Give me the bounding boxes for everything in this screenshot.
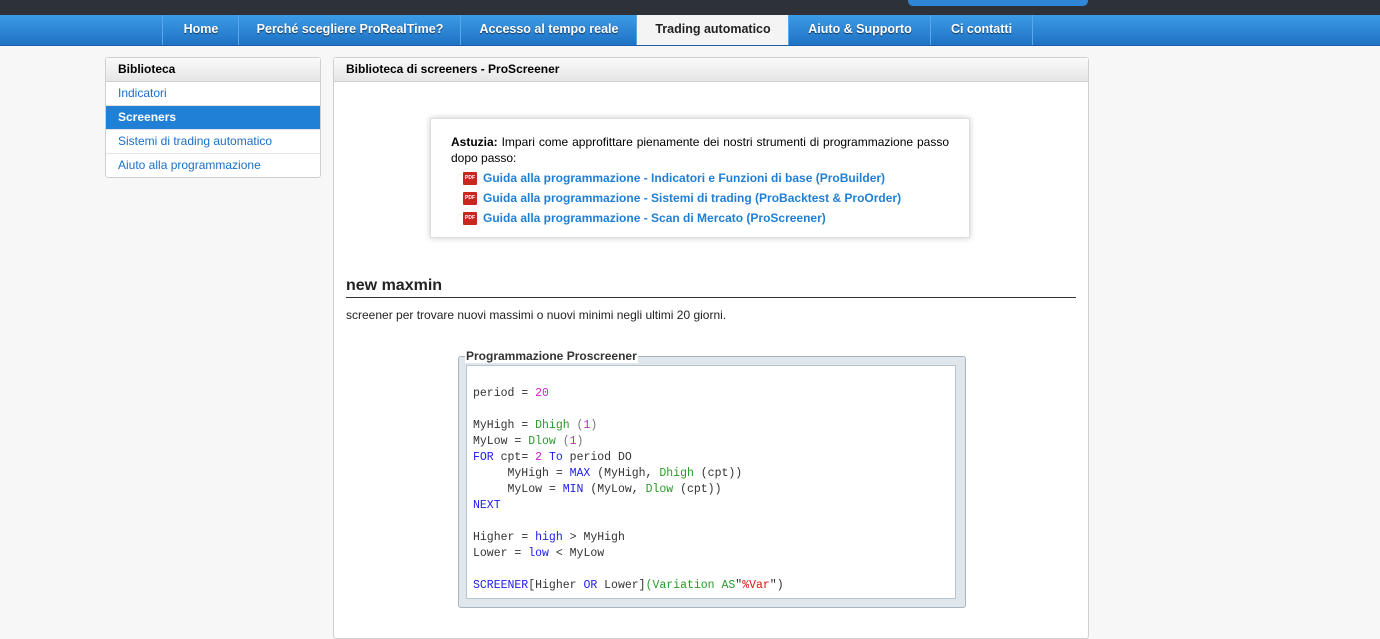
code-token: MAX <box>569 467 591 480</box>
code-token: Dhigh <box>535 419 570 432</box>
code-token: ) <box>576 435 584 448</box>
sidebar-item-trading-systems[interactable]: Sistemi di trading automatico <box>106 130 320 154</box>
code-token: < MyLow <box>548 547 605 560</box>
code-token: Higher = <box>473 531 536 544</box>
code-token: 20 <box>535 387 549 400</box>
nav-automatic-trading[interactable]: Trading automatico <box>636 15 789 45</box>
nav-realtime-access[interactable]: Accesso al tempo reale <box>460 15 637 45</box>
code-line: FOR cpt= 2 To period DO <box>473 450 955 466</box>
code-token: (cpt)) <box>673 483 722 496</box>
tip-label: Astuzia: <box>451 135 498 149</box>
pdf-icon: PDF <box>463 192 477 206</box>
panel-title: Biblioteca di screeners - ProScreener <box>334 58 1088 82</box>
code-line: Lower = low < MyLow <box>473 546 955 562</box>
search-box[interactable] <box>908 0 1088 6</box>
code-line: period = 20 <box>473 386 955 402</box>
nav-why-prorealtime[interactable]: Perché scegliere ProRealTime? <box>238 15 461 45</box>
screener-description: screener per trovare nuovi massimi o nuo… <box>346 308 727 322</box>
code-token: (cpt)) <box>693 467 743 480</box>
code-token: MyHigh = <box>473 419 536 432</box>
code-token: SCREENER <box>473 579 529 592</box>
sidebar: Biblioteca Indicatori Screeners Sistemi … <box>105 57 321 178</box>
code-token: (Variation AS <box>645 579 736 592</box>
code-token: Lower = <box>473 547 529 560</box>
code-token: OR <box>583 579 598 592</box>
code-token: ") <box>769 579 784 592</box>
code-token: Lower] <box>597 579 646 592</box>
code-token: MIN <box>562 483 584 496</box>
sidebar-item-screeners[interactable]: Screeners <box>106 106 320 130</box>
pdf-icon: PDF <box>463 172 477 186</box>
code-token: MyLow = <box>473 483 563 496</box>
code-token: To <box>542 451 563 464</box>
pdf-link-probuilder[interactable]: PDF Guida alla programmazione - Indicator… <box>463 170 949 186</box>
code-line: SCREENER[Higher OR Lower](Variation AS"%… <box>473 578 955 594</box>
code-line: Higher = high > MyHigh <box>473 530 955 546</box>
code-line: MyLow = Dlow (1) <box>473 434 955 450</box>
code-line: MyHigh = Dhigh (1) <box>473 418 955 434</box>
code-token: 1 <box>569 435 577 448</box>
link-label: Guida alla programmazione - Scan di Merc… <box>483 211 826 225</box>
main-panel: Biblioteca di screeners - ProScreener As… <box>333 57 1089 639</box>
code-token: 2 <box>535 451 543 464</box>
top-header <box>0 0 1380 15</box>
code-line: MyLow = MIN (MyLow, Dlow (cpt)) <box>473 482 955 498</box>
code-token: %Var <box>742 579 770 592</box>
code-line: NEXT <box>473 498 955 514</box>
code-token: ( <box>555 435 570 448</box>
sidebar-item-indicators[interactable]: Indicatori <box>106 82 320 106</box>
code-legend: Programmazione Proscreener <box>465 349 638 363</box>
main-nav: Home Perché scegliere ProRealTime? Acces… <box>0 15 1380 46</box>
code-token: NEXT <box>473 499 501 512</box>
code-token: MyHigh = <box>473 467 570 480</box>
code-fieldset: Programmazione Proscreener period = 20 My… <box>458 349 966 608</box>
code-token: ) <box>590 419 598 432</box>
code-token: high <box>535 531 563 544</box>
code-token: FOR <box>473 451 494 464</box>
code-token: (MyHigh, <box>590 467 660 480</box>
pdf-icon: PDF <box>463 212 477 226</box>
code-token: period = <box>473 387 536 400</box>
sidebar-title: Biblioteca <box>106 58 320 82</box>
sidebar-item-programming-help[interactable]: Aiuto alla programmazione <box>106 154 320 177</box>
code-token: > MyHigh <box>562 531 625 544</box>
code-token: low <box>528 547 549 560</box>
pdf-link-probacktest[interactable]: PDF Guida alla programmazione - Sistemi d… <box>463 190 949 206</box>
nav-contact[interactable]: Ci contatti <box>930 15 1033 45</box>
code-line: MyHigh = MAX (MyHigh, Dhigh (cpt)) <box>473 466 955 482</box>
link-label: Guida alla programmazione - Indicatori e… <box>483 171 886 185</box>
tip-box: Astuzia: Impari come approfittare pienam… <box>430 118 970 238</box>
code-token: (MyLow, <box>583 483 646 496</box>
code-token: Dlow <box>645 483 674 496</box>
code-token: Dhigh <box>659 467 694 480</box>
pdf-link-proscreener[interactable]: PDF Guida alla programmazione - Scan di M… <box>463 210 949 226</box>
nav-help-support[interactable]: Aiuto & Supporto <box>788 15 931 45</box>
nav-home[interactable]: Home <box>162 15 239 45</box>
code-token: MyLow = <box>473 435 529 448</box>
link-label: Guida alla programmazione - Sistemi di t… <box>483 191 902 205</box>
code-block[interactable]: period = 20 MyHigh = Dhigh (1) MyLow = Dlo… <box>466 365 956 599</box>
code-token: cpt= <box>493 451 536 464</box>
code-token: Dlow <box>528 435 556 448</box>
code-token: ( <box>569 419 584 432</box>
code-token: [Higher <box>528 579 584 592</box>
code-token: period DO <box>562 451 632 464</box>
tip-text: Impari come approfittare pienamente dei … <box>451 135 949 165</box>
screener-title: new maxmin <box>346 277 1076 298</box>
